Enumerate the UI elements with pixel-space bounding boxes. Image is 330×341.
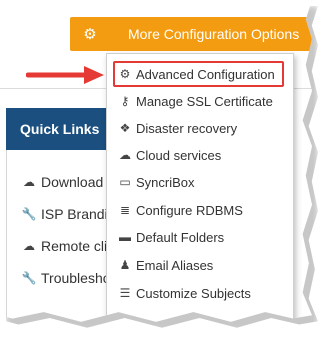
quick-links-title: Quick Links (20, 121, 100, 137)
menu-item-label: Default Folders (136, 229, 225, 245)
quick-link-download[interactable]: ☁ Download (22, 174, 103, 190)
quick-link-label: ISP Brandin (41, 206, 116, 222)
cloud-icon: ☁ (119, 148, 131, 162)
user-icon: ♟ (119, 258, 131, 272)
menu-item-manage-ssl-certificate[interactable]: ⚷ Manage SSL Certificate (118, 90, 273, 112)
menu-item-syncribox[interactable]: ▭ SyncriBox (118, 171, 195, 193)
quick-link-remote-client[interactable]: ☁ Remote cli (22, 238, 107, 254)
quick-link-label: Troublesho (41, 270, 111, 286)
more-configuration-options-button[interactable]: ⚙ More Configuration Options (70, 17, 312, 51)
highlight-box (113, 61, 284, 87)
wrench-icon: 🔧 (21, 271, 37, 285)
red-arrow-icon (26, 66, 104, 84)
cubes-icon: ❖ (119, 121, 131, 135)
quick-link-troubleshoot[interactable]: 🔧 Troublesho (22, 270, 111, 286)
menu-item-email-aliases[interactable]: ♟ Email Aliases (118, 254, 214, 276)
cloud-download-icon: ☁ (23, 175, 35, 189)
menu-item-label: SyncriBox (136, 174, 195, 190)
cloud-icon: ☁ (23, 239, 35, 253)
menu-item-default-folders[interactable]: ▬ Default Folders (118, 226, 224, 248)
wrench-icon: 🔧 (21, 207, 37, 221)
more-configuration-options-label: More Configuration Options (128, 26, 300, 42)
screenshot-frame: ⚙ More Configuration Options Quick Links… (0, 0, 312, 322)
menu-item-label: Configure RDBMS (136, 202, 243, 218)
menu-item-configure-rdbms[interactable]: ≣ Configure RDBMS (118, 199, 243, 221)
menu-item-label: Disaster recovery (136, 120, 238, 136)
hdd-icon: ▭ (119, 175, 131, 189)
key-icon: ⚷ (120, 94, 130, 108)
menu-item-label: Cloud services (136, 147, 222, 163)
list-icon: ☰ (119, 286, 131, 300)
menu-item-label: Customize Subjects (136, 285, 251, 301)
quick-link-label: Download (41, 174, 104, 190)
menu-item-label: Manage SSL Certificate (136, 93, 273, 109)
menu-item-cloud-services[interactable]: ☁ Cloud services (118, 144, 221, 166)
quick-link-label: Remote cli (41, 238, 108, 254)
menu-item-label: Email Aliases (136, 257, 214, 273)
menu-item-customize-subjects[interactable]: ☰ Customize Subjects (118, 282, 251, 304)
quick-link-isp-branding[interactable]: 🔧 ISP Brandin (21, 206, 116, 222)
database-icon: ≣ (119, 203, 131, 217)
menu-item-disaster-recovery[interactable]: ❖ Disaster recovery (118, 117, 238, 139)
gears-icon: ⚙ (83, 26, 97, 43)
folder-icon: ▬ (119, 230, 131, 244)
